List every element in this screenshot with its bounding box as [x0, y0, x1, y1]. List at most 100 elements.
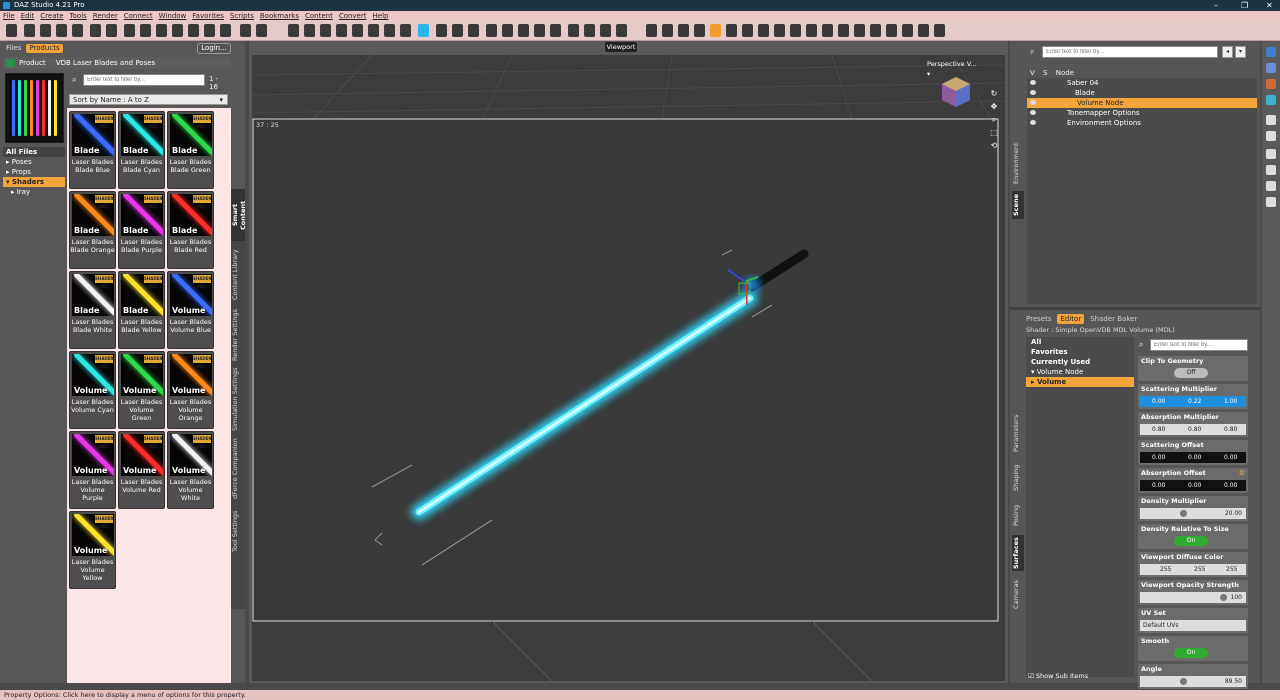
angle-slider[interactable]: 89.50: [1140, 676, 1246, 687]
visibility-eye-icon[interactable]: [1030, 110, 1036, 115]
product-tile[interactable]: SHADER MDL Volume Laser Blades Volume Blue: [167, 271, 214, 349]
environment-icon[interactable]: [534, 24, 545, 37]
pan-icon[interactable]: [694, 24, 705, 37]
surface-favorites[interactable]: Favorites: [1026, 347, 1134, 357]
smooth-toggle[interactable]: On: [1174, 648, 1208, 658]
node-selection-icon[interactable]: [124, 24, 135, 37]
product-tile[interactable]: SHADER MDL Blade Laser Blades Blade Purple: [118, 191, 165, 269]
iray-icon[interactable]: [320, 24, 331, 37]
region-nav-icon[interactable]: [256, 24, 267, 37]
shader-mixer-icon[interactable]: [452, 24, 463, 37]
joint-editor-icon[interactable]: [204, 24, 215, 37]
product-home-icon[interactable]: [6, 59, 15, 67]
tab-cameras[interactable]: Cameras: [1012, 577, 1024, 613]
absorption-multiplier-field[interactable]: 0.80 0.80 0.80: [1140, 424, 1246, 435]
menu-favorites[interactable]: Favorites: [192, 11, 224, 21]
tab-parameters[interactable]: Parameters: [1012, 411, 1024, 455]
palette-icon[interactable]: [1266, 79, 1276, 89]
translate-icon[interactable]: [156, 24, 167, 37]
tree-shaders[interactable]: ▾ Shaders: [3, 177, 65, 187]
paint-icon[interactable]: [1266, 165, 1276, 175]
scale-icon[interactable]: [188, 24, 199, 37]
viewport-canvas[interactable]: Perspective V... ▾ 37 : 25 ↻ ✥ ⌕ ⬚ ⟲: [252, 55, 1005, 681]
plugin-icon[interactable]: [616, 24, 627, 37]
absorption-offset-field[interactable]: 0.00 0.00 0.00: [1140, 480, 1246, 491]
scene-node-blade[interactable]: Blade: [1027, 88, 1257, 98]
visibility-eye-icon[interactable]: [1030, 120, 1036, 125]
scene-filter-input[interactable]: [1042, 46, 1218, 58]
product-tile[interactable]: SHADER MDL Blade Laser Blades Blade Cyan: [118, 111, 165, 189]
content-filter-input[interactable]: [83, 74, 205, 86]
preset-icon[interactable]: [568, 24, 579, 37]
menu-help[interactable]: Help: [373, 11, 389, 21]
scene-node-volume[interactable]: Volume Node: [1027, 98, 1257, 108]
window-icon[interactable]: [1266, 95, 1276, 105]
panel-splitter[interactable]: [1010, 307, 1260, 310]
surface-all[interactable]: All: [1026, 337, 1134, 347]
mirror-icon[interactable]: [822, 24, 833, 37]
prop-icon[interactable]: [486, 24, 497, 37]
reset-view-icon[interactable]: ⟲: [989, 139, 999, 152]
tab-scene[interactable]: Scene: [1012, 191, 1024, 219]
product-tile[interactable]: SHADER MDL Blade Laser Blades Blade Yellow: [118, 271, 165, 349]
tab-smart-content[interactable]: Smart Content: [231, 189, 247, 241]
scene-icon[interactable]: [550, 24, 561, 37]
move-tool-icon[interactable]: [646, 24, 657, 37]
menu-connect[interactable]: Connect: [124, 11, 153, 21]
link-icon[interactable]: [838, 24, 849, 37]
frame-icon[interactable]: ⬚: [989, 126, 999, 139]
scene-node-saber[interactable]: Saber 04: [1027, 78, 1257, 88]
morph-icon[interactable]: [400, 24, 411, 37]
person-icon[interactable]: [1266, 181, 1276, 191]
tab-simulation-settings[interactable]: Simulation Settings: [231, 367, 245, 431]
scene-node-tonemapper[interactable]: Tonemapper Options: [1027, 108, 1257, 118]
product-tile[interactable]: SHADER MDL Blade Laser Blades Blade Red: [167, 191, 214, 269]
close-button[interactable]: ✕: [1266, 0, 1273, 11]
measure-icon[interactable]: [886, 24, 897, 37]
filter-icon[interactable]: [436, 24, 447, 37]
tree-iray[interactable]: ▸ Iray: [3, 187, 65, 197]
visibility-eye-icon[interactable]: [1030, 90, 1036, 95]
clothing-icon[interactable]: [502, 24, 513, 37]
breadcrumb-root[interactable]: Product: [19, 59, 46, 67]
hair-icon[interactable]: [518, 24, 529, 37]
tab-render-settings[interactable]: Render Settings: [231, 309, 245, 361]
menu-render[interactable]: Render: [93, 11, 118, 21]
product-tile[interactable]: SHADER MDL Volume Laser Blades Volume Yello…: [69, 511, 116, 589]
tab-surfaces[interactable]: Surfaces: [1012, 535, 1024, 571]
product-tile[interactable]: SHADER MDL Volume Laser Blades Volume Purpl…: [69, 431, 116, 509]
scattering-offset-field[interactable]: 0.00 0.00 0.00: [1140, 452, 1246, 463]
camera-icon[interactable]: [352, 24, 363, 37]
density-slider[interactable]: 20.00: [1140, 508, 1246, 519]
product-tile[interactable]: SHADER MDL Volume Laser Blades Volume White: [167, 431, 214, 509]
align-icon[interactable]: [790, 24, 801, 37]
light-icon[interactable]: [368, 24, 379, 37]
surface-selection-icon[interactable]: [220, 24, 231, 37]
tab-editor[interactable]: Editor: [1057, 314, 1085, 324]
sun-icon[interactable]: [918, 24, 929, 37]
export-icon[interactable]: [1266, 115, 1276, 125]
menu-content[interactable]: Content: [305, 11, 333, 21]
product-tile[interactable]: SHADER MDL Blade Laser Blades Blade Green: [167, 111, 214, 189]
new-icon[interactable]: [6, 24, 17, 37]
scene-filter-clear-icon[interactable]: ◂: [1222, 46, 1233, 58]
undo-icon[interactable]: [90, 24, 101, 37]
surface-filter-input[interactable]: [1150, 339, 1248, 351]
tab-dforce-companion[interactable]: dForce Companion: [231, 437, 245, 501]
rig-icon[interactable]: [1266, 197, 1276, 207]
menu-create[interactable]: Create: [40, 11, 63, 21]
scattering-multiplier-field[interactable]: 0.00 0.22 1.00: [1140, 396, 1246, 407]
tree-poses[interactable]: ▸ Poses: [3, 157, 65, 167]
surface-currently-used[interactable]: Currently Used: [1026, 357, 1134, 367]
render-settings-icon[interactable]: [304, 24, 315, 37]
save-as-icon[interactable]: [72, 24, 83, 37]
slider-knob[interactable]: [1180, 510, 1187, 517]
product-tile[interactable]: SHADER MDL Blade Laser Blades Blade Blue: [69, 111, 116, 189]
script-icon[interactable]: [584, 24, 595, 37]
menu-convert[interactable]: Convert: [339, 11, 367, 21]
uv-set-dropdown[interactable]: Default UVs: [1140, 620, 1246, 631]
orbit-icon[interactable]: ↻: [989, 87, 999, 100]
dforce-icon[interactable]: [418, 24, 429, 37]
spot-render-icon[interactable]: [336, 24, 347, 37]
scale-tool-icon[interactable]: [758, 24, 769, 37]
